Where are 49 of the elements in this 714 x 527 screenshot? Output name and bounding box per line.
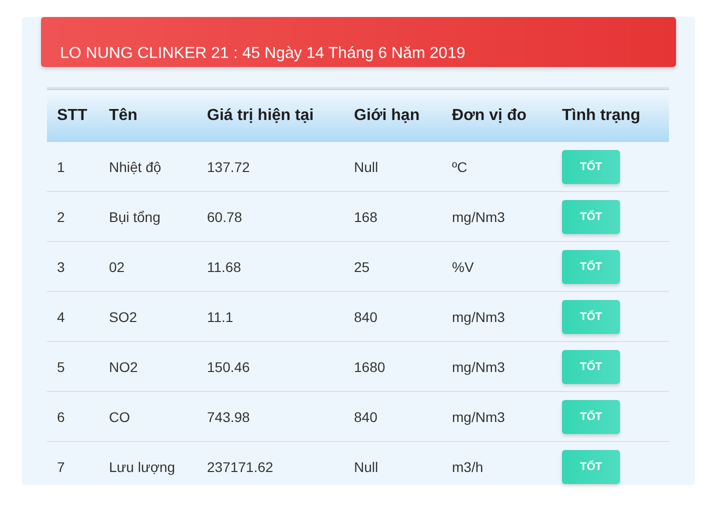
table-cell: 7 [57, 458, 65, 474]
page-title: LO NUNG CLINKER 21 : 45 Ngày 14 Tháng 6 Năm 2019 [60, 45, 466, 63]
column-header: STT [57, 106, 88, 124]
column-header: Đơn vị đo [452, 106, 526, 124]
table-cell: SO2 [109, 308, 138, 324]
table-cell: mg/Nm3 [452, 208, 505, 224]
table-cell: Null [354, 458, 378, 474]
table-cell: Nhiệt độ [109, 158, 162, 174]
table-cell: 2 [57, 208, 65, 224]
status-button[interactable]: TỐT [562, 450, 620, 484]
table-cell: mg/Nm3 [452, 308, 505, 324]
column-header: Giới hạn [354, 106, 420, 124]
table-cell: Lưu lượng [109, 458, 176, 474]
table-cell: 25 [354, 258, 370, 274]
column-header: Tên [109, 106, 138, 124]
table-cell: 137.72 [207, 158, 250, 174]
table-cell: 02 [109, 258, 125, 274]
table-cell: 840 [354, 308, 378, 324]
status-button[interactable]: TỐT [562, 400, 620, 434]
table-cell: %V [452, 258, 474, 274]
table-cell: Bụi tổng [109, 208, 160, 224]
table-cell: 1 [57, 158, 65, 174]
table-cell: 840 [354, 408, 378, 424]
table-cell: 4 [57, 308, 65, 324]
table-cell: ºC [452, 158, 468, 174]
table-cell: m3/h [452, 458, 484, 474]
table-cell: 1680 [354, 358, 386, 374]
table-cell: 11.68 [207, 258, 241, 274]
column-header: Giá trị hiện tại [207, 106, 314, 124]
table-cell: 11.1 [207, 308, 234, 324]
table-cell: CO [109, 408, 130, 424]
table-cell: mg/Nm3 [452, 358, 505, 374]
table-cell: NO2 [109, 358, 138, 374]
table-cell: 5 [57, 358, 65, 374]
table-cell: Null [354, 158, 378, 174]
status-button[interactable]: TỐT [562, 300, 620, 334]
status-button[interactable]: TỐT [562, 200, 620, 234]
table-cell: 237171.62 [207, 458, 274, 474]
status-button[interactable]: TỐT [562, 350, 620, 384]
table-cell: 60.78 [207, 208, 242, 224]
table-cell: 6 [57, 408, 65, 424]
table-cell: mg/Nm3 [452, 408, 505, 424]
status-button[interactable]: TỐT [562, 150, 620, 184]
table-cell: 150.46 [207, 358, 250, 374]
column-header: Tình trạng [562, 106, 640, 124]
table-cell: 3 [57, 258, 65, 274]
status-button[interactable]: TỐT [562, 250, 620, 284]
table-cell: 743.98 [207, 408, 250, 424]
table-cell: 168 [354, 208, 378, 224]
